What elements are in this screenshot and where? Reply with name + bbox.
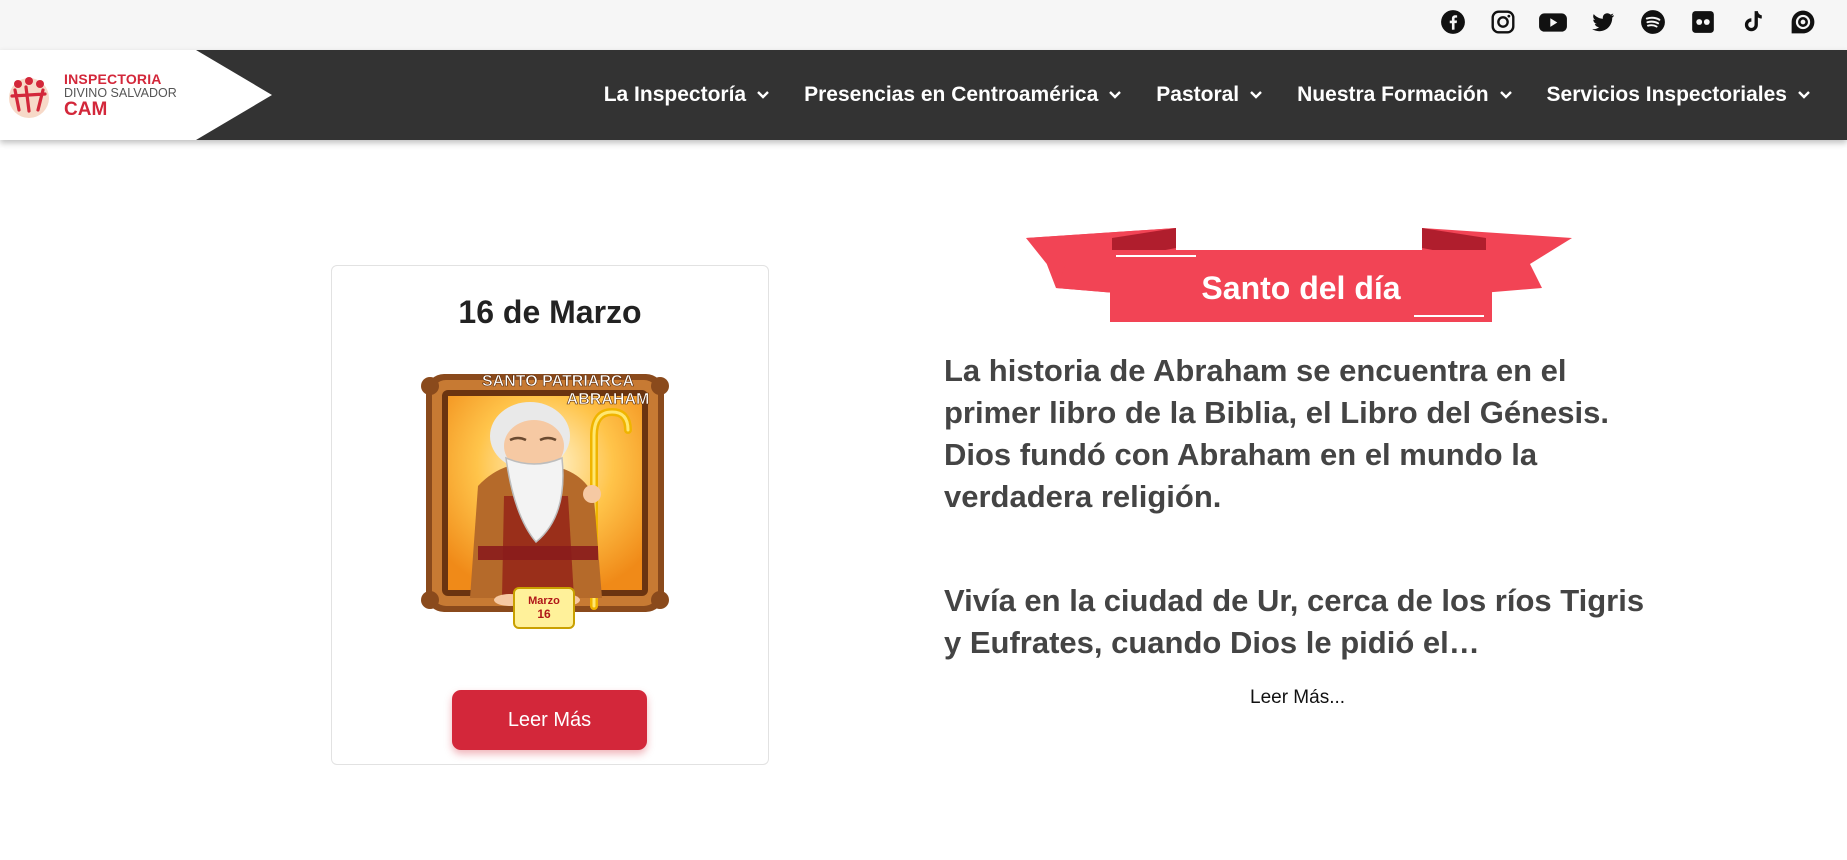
menu-item-label: Presencias en Centroamérica (804, 83, 1099, 106)
read-more-button[interactable]: Leer Más (452, 690, 647, 750)
menu-item-label: Servicios Inspectoriales (1546, 83, 1787, 106)
image-month: Marzo (528, 595, 560, 607)
image-title-line2: ABRAHAM (567, 391, 650, 408)
logo-line-3: CAM (64, 98, 108, 120)
saint-date: 16 de Marzo (458, 294, 642, 330)
read-more-link[interactable]: Leer Más... (1250, 687, 1350, 709)
logo-line-1: INSPECTORIA (64, 71, 162, 87)
chevron-down-icon (1109, 91, 1122, 99)
spotify-icon[interactable] (1637, 6, 1669, 38)
logo-text: INSPECTORIA DIVINO SALVADOR CAM (64, 72, 177, 119)
salesian-emblem-icon (9, 77, 49, 118)
chevron-down-icon (1250, 91, 1262, 99)
menu-item-label: La Inspectoría (603, 83, 747, 106)
menu-item-presencias[interactable]: Presencias en Centroamérica (804, 83, 1122, 107)
image-title-line1: SANTO PATRIARCA (482, 373, 634, 390)
instagram-icon[interactable] (1487, 6, 1519, 38)
menu-item-label: Pastoral (1156, 83, 1240, 106)
saint-description-1: La historia de Abraham se encuentra en e… (944, 353, 1609, 514)
menu-item-servicios[interactable]: Servicios Inspectoriales (1547, 83, 1811, 107)
social-links (1437, 6, 1819, 38)
menu-item-formacion[interactable]: Nuestra Formación (1297, 83, 1512, 107)
main-menu: La Inspectoría Presencias en Centroaméri… (604, 50, 1811, 140)
logo-line-2: DIVINO SALVADOR (64, 86, 177, 100)
main-navbar: INSPECTORIA DIVINO SALVADOR CAM La Inspe… (0, 50, 1847, 140)
menu-item-inspectoria[interactable]: La Inspectoría (604, 83, 770, 107)
saint-of-day-title: Santo del día (1201, 269, 1401, 306)
issuu-icon[interactable] (1787, 6, 1819, 38)
menu-item-label: Nuestra Formación (1297, 83, 1489, 106)
chevron-down-icon (1499, 91, 1512, 99)
saint-card: 16 de Marzo SANTO PATRIARCA ABRAHAM Marz… (331, 265, 769, 765)
chevron-down-icon (757, 91, 769, 99)
twitter-icon[interactable] (1587, 6, 1619, 38)
image-day: 16 (537, 607, 551, 621)
site-logo[interactable]: INSPECTORIA DIVINO SALVADOR CAM (0, 50, 272, 140)
saint-illustration: SANTO PATRIARCA ABRAHAM Marzo 16 (421, 373, 669, 629)
chevron-down-icon (1798, 91, 1810, 99)
saint-description-2: Vivía en la ciudad de Ur, cerca de los r… (944, 583, 1645, 660)
youtube-icon[interactable] (1537, 6, 1569, 38)
menu-item-pastoral[interactable]: Pastoral (1156, 83, 1263, 107)
flickr-icon[interactable] (1687, 6, 1719, 38)
tiktok-icon[interactable] (1737, 6, 1769, 38)
facebook-icon[interactable] (1437, 6, 1469, 38)
social-topbar (0, 0, 1847, 50)
